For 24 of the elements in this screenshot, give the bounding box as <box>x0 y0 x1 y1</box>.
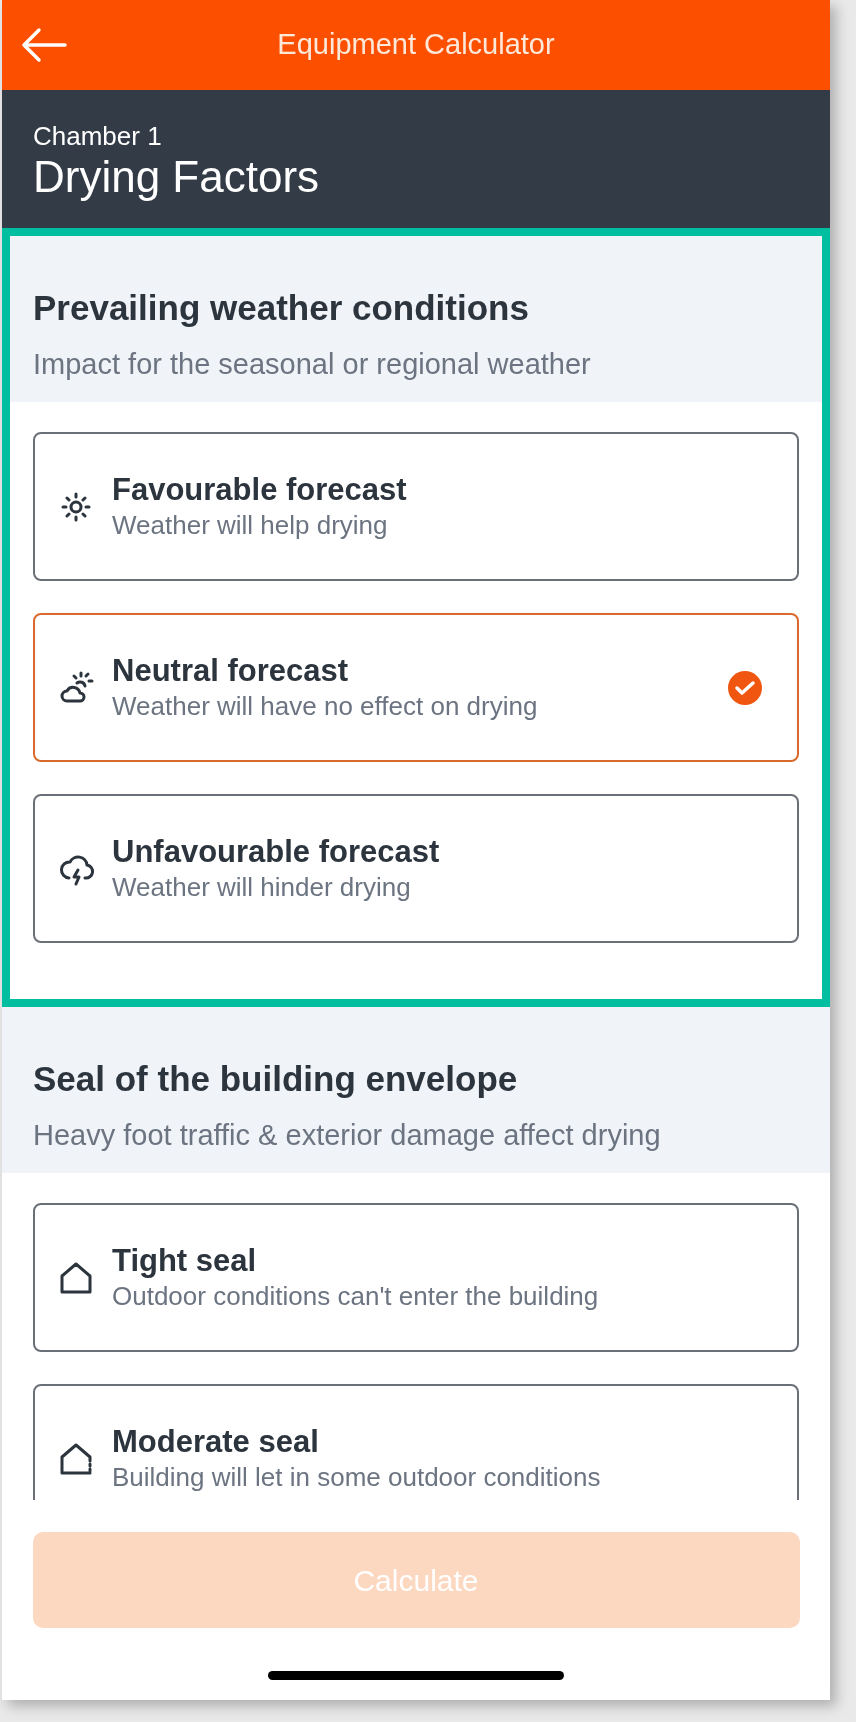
option-title: Neutral forecast <box>112 652 349 689</box>
option-description: Outdoor conditions can't enter the building <box>112 1279 599 1313</box>
option-description: Weather will have no effect on drying <box>112 689 538 723</box>
chamber-label: Chamber 1 <box>33 120 162 152</box>
option-title: Favourable forecast <box>112 471 407 508</box>
option-card[interactable]: Tight seal Outdoor conditions can't enter the building <box>33 1203 799 1352</box>
option-description: Weather will help drying <box>112 508 388 542</box>
option-card[interactable]: Neutral forecast Weather will have no effect on drying <box>33 613 799 762</box>
option-title: Unfavourable forecast <box>112 833 440 870</box>
option-description: Weather will hinder drying <box>112 870 411 904</box>
section-description: Impact for the seasonal or regional weather <box>33 347 591 382</box>
section-title: Prevailing weather conditions <box>33 287 529 329</box>
section-title: Seal of the building envelope <box>33 1058 518 1100</box>
back-arrow-icon <box>21 27 67 63</box>
check-circle-icon <box>727 669 763 706</box>
option-title: Tight seal <box>112 1242 257 1279</box>
option-card[interactable]: Moderate seal Building will let in some outdoor conditions <box>33 1384 799 1500</box>
section-description: Heavy foot traffic & exterior damage affect drying <box>33 1118 661 1153</box>
option-card[interactable]: Unfavourable forecast Weather will hinder drying <box>33 794 799 943</box>
option-description: Building will let in some outdoor conditions <box>112 1460 601 1494</box>
option-title: Moderate seal <box>112 1423 319 1460</box>
page-title: Drying Factors <box>33 152 320 202</box>
screen-title: Equipment Calculator <box>277 27 555 63</box>
option-card[interactable]: Favourable forecast Weather will help drying <box>33 432 799 581</box>
